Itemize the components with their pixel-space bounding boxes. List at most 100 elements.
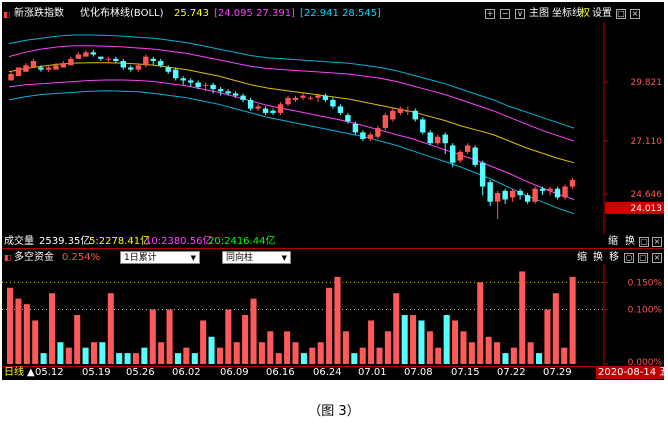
volume-ma10: 10:2380.56亿 [145,236,213,247]
candle-body [135,65,141,70]
capital-bar [519,271,526,364]
candle-body [554,188,561,198]
capital-switch-button[interactable]: 换 [593,252,603,264]
candle-body [487,182,493,202]
capital-zoom-button[interactable]: 缩 [577,252,587,264]
collapse-icon[interactable]: ◧ [3,9,11,21]
date-tick-label: 06.02 [172,367,201,378]
candle-body [202,84,209,86]
close-icon[interactable]: × [630,9,640,19]
current-price-label: 24.013 [631,204,663,214]
price-tick-label: 24.646 [631,190,663,200]
bar-type-select[interactable]: 同向柱 ▼ [222,251,291,264]
capital-bar [158,342,165,364]
settings-button[interactable]: 设置 [592,8,612,20]
capital-bar [48,293,56,364]
main-chart-button[interactable]: 主图 [529,8,549,20]
candle-body [397,108,404,113]
date-tick-label: 05.19 [82,367,111,378]
capital-bar [368,320,375,364]
switch-button[interactable]: 换 [625,236,635,248]
indicator-name[interactable]: 优化布林线(BOLL) [80,8,164,20]
candle-body [345,115,351,122]
panel-collapse-icon[interactable]: ◧ [4,252,12,264]
price-chart[interactable]: 29.821 27.110 24.646 24.013 [2,22,664,234]
boll-mid-value: 25.743 [174,8,209,19]
capital-tick-label: 0.000% [628,358,663,366]
capital-bar [494,342,501,364]
search-icon[interactable]: ○ [624,253,634,263]
capital-value: 0.254% [62,252,101,263]
capital-bar [267,331,274,364]
period-label[interactable]: 日线 [4,367,24,379]
capital-bar [216,347,223,364]
capital-bar [477,282,484,364]
candle-body [98,56,104,59]
capital-close-icon[interactable]: × [652,253,662,263]
capital-bar [174,353,181,364]
candle-body [300,95,306,98]
date-tick-label: 07.08 [404,367,433,378]
panel-divider [2,248,664,249]
capital-bar [7,287,14,364]
candle-body [472,147,478,165]
panel-close-icon[interactable]: × [652,237,662,247]
date-marker-icon: ▲ [27,367,35,378]
plus-icon[interactable]: + [485,9,495,19]
capital-bar [250,298,257,364]
candle-body [38,67,44,70]
capital-bar [552,293,559,364]
date-tick-label: 07.22 [497,367,526,378]
date-tick-label: 07.01 [358,367,387,378]
date-tick-label: 07.15 [451,367,480,378]
window-icon[interactable]: □ [616,9,626,19]
period-select[interactable]: 1日累计 ▼ [120,251,200,264]
capital-bar [536,353,543,364]
capital-bar [149,309,156,364]
capital-move-button[interactable]: 移 [609,252,619,264]
capital-bar [107,293,114,364]
capital-bar [527,342,534,364]
capital-bar [225,309,232,364]
capital-bar [32,320,39,364]
candle-body [524,195,531,202]
candle-body [442,134,448,144]
candle-body [210,84,216,90]
candle-body [150,58,156,61]
capital-bar [124,353,131,364]
capital-bar [166,309,173,364]
minus-icon[interactable]: − [500,9,510,19]
panel-expand-icon[interactable]: ▢ [638,253,648,263]
expand-icon[interactable]: ▢ [639,237,649,247]
capital-bar [74,315,81,364]
candle-body [502,190,508,200]
candle-body [180,78,186,81]
capital-bar [359,347,366,364]
candle-body [105,58,112,60]
capital-bar [40,353,47,364]
zoom-button[interactable]: 缩 [608,236,618,248]
capital-bar [544,309,551,364]
capital-bar [410,315,417,364]
candle-body [285,97,291,105]
stock-chart-window: ◧ 新涨跌指数 优化布林线(BOLL) 25.743 [24.095 27.39… [2,2,664,380]
capital-chart[interactable]: 0.150% 0.100% 0.000% [2,264,664,366]
chevron-down-icon[interactable]: ∨ [515,9,525,19]
capital-bar [418,320,425,364]
rights-button[interactable]: 权 [580,8,590,20]
coordinate-line-button[interactable]: 坐标线 [552,8,582,20]
candle-body [382,115,389,129]
capital-label: 多空资金 [14,252,54,263]
capital-bar [384,331,391,364]
candle-body [120,60,126,68]
capital-bar [376,347,383,364]
capital-bar [242,315,249,364]
capital-bar [401,315,408,364]
capital-bar [309,347,316,364]
current-date: 2020-08-14 五 [596,367,664,379]
boll-inner-band-value: [24.095 27.391] [214,8,295,19]
candle-body [405,110,411,112]
candle-body [8,73,14,81]
candle-body [420,119,426,133]
candle-body [450,145,456,163]
